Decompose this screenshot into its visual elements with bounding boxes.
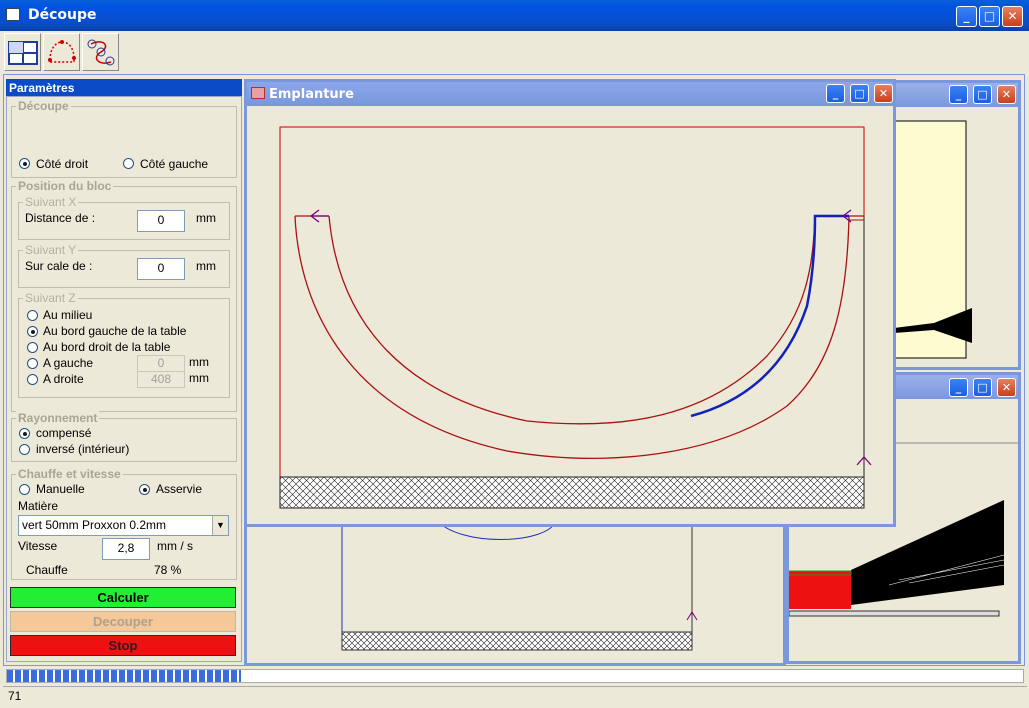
close-button[interactable]: ✕: [874, 84, 893, 103]
label-a-droite: A droite: [43, 372, 84, 386]
progress-bar: [6, 669, 1024, 683]
chevron-down-icon[interactable]: ▼: [212, 516, 228, 535]
window-title: Découpe: [28, 7, 97, 23]
vitesse-label: Vitesse: [18, 539, 58, 553]
maximize-button[interactable]: □: [973, 85, 992, 104]
shape-outline-icon[interactable]: [43, 33, 80, 71]
child-window-bottom-left[interactable]: [244, 520, 786, 666]
emplanture-app-icon: [251, 87, 265, 99]
label-a-gauche: A gauche: [43, 356, 94, 370]
decouper-button[interactable]: Decouper: [10, 611, 236, 632]
z-legend: Suivant Z: [23, 291, 78, 305]
maximize-button[interactable]: □: [979, 6, 1000, 27]
radio-cote-droit[interactable]: [19, 158, 30, 169]
label-cote-droit: Côté droit: [36, 157, 89, 171]
label-inverse: inversé (intérieur): [36, 442, 130, 456]
matiere-value: vert 50mm Proxxon 0.2mm: [22, 518, 167, 532]
close-button[interactable]: ✕: [1002, 6, 1023, 27]
radio-bord-droit[interactable]: [27, 342, 38, 353]
label-manuelle: Manuelle: [36, 482, 85, 496]
minimize-button[interactable]: _: [949, 85, 968, 104]
label-asservie: Asservie: [156, 482, 203, 496]
toolbar: [4, 33, 1024, 73]
cale-input[interactable]: 0: [137, 258, 185, 280]
main-title-bar[interactable]: Découpe _ □ ✕: [0, 0, 1029, 31]
vitesse-input[interactable]: 2,8: [102, 538, 150, 560]
chauffe-label: Chauffe: [26, 563, 68, 577]
progress-fill: [7, 670, 241, 682]
app-icon: [6, 8, 20, 21]
radio-bord-gauche[interactable]: [27, 326, 38, 337]
cut-top-view: [341, 520, 698, 651]
rayonnement-legend: Rayonnement: [16, 411, 100, 425]
label-cote-gauche: Côté gauche: [140, 157, 209, 171]
radio-inverse[interactable]: [19, 444, 30, 455]
distance-unit: mm: [196, 211, 216, 225]
radio-a-droite[interactable]: [27, 374, 38, 385]
label-compense: compensé: [36, 426, 92, 440]
close-button[interactable]: ✕: [997, 85, 1016, 104]
params-panel: Découpe Côté droit Côté gauche Position …: [6, 96, 242, 662]
minimize-button[interactable]: _: [956, 6, 977, 27]
radio-manuelle[interactable]: [19, 484, 30, 495]
close-button[interactable]: ✕: [997, 378, 1016, 397]
radio-compense[interactable]: [19, 428, 30, 439]
label-bord-droit: Au bord droit de la table: [43, 340, 171, 354]
emplanture-title-bar[interactable]: Emplanture: [247, 82, 893, 106]
distance-input[interactable]: 0: [137, 210, 185, 232]
radio-cote-gauche[interactable]: [123, 158, 134, 169]
profile-side-view: [894, 120, 972, 359]
minimize-button[interactable]: _: [949, 378, 968, 397]
label-bord-gauche: Au bord gauche de la table: [43, 324, 187, 338]
numbered-path-icon[interactable]: [82, 33, 119, 71]
status-value: 71: [8, 689, 22, 703]
chauffe-legend: Chauffe et vitesse: [16, 467, 123, 481]
status-bar: 71: [3, 686, 1027, 705]
position-legend: Position du bloc: [16, 179, 114, 193]
decoupe-legend: Découpe: [16, 99, 71, 113]
maximize-button[interactable]: □: [850, 84, 869, 103]
cale-label: Sur cale de :: [25, 259, 93, 273]
emplanture-title: Emplanture: [269, 87, 354, 102]
a-droite-input[interactable]: 408: [137, 371, 185, 388]
y-legend: Suivant Y: [23, 243, 79, 257]
distance-label: Distance de :: [25, 211, 96, 225]
emplanture-window[interactable]: Emplanture _ □ ✕: [244, 79, 896, 527]
label-au-milieu: Au milieu: [43, 308, 93, 322]
radio-a-gauche[interactable]: [27, 358, 38, 369]
emplanture-drawing[interactable]: [247, 106, 893, 524]
cale-unit: mm: [196, 259, 216, 273]
matiere-label: Matière: [18, 499, 59, 513]
chauffe-value: 78 %: [154, 563, 182, 577]
params-title: Paramètres: [6, 79, 242, 96]
radio-au-milieu[interactable]: [27, 310, 38, 321]
layout-grid-icon[interactable]: [4, 33, 41, 71]
x-legend: Suivant X: [23, 195, 79, 209]
a-gauche-input[interactable]: 0: [137, 355, 185, 372]
minimize-button[interactable]: _: [826, 84, 845, 103]
vitesse-unit: mm / s: [157, 539, 193, 553]
stop-button[interactable]: Stop: [10, 635, 236, 656]
matiere-select[interactable]: vert 50mm Proxxon 0.2mm ▼: [18, 515, 229, 536]
maximize-button[interactable]: □: [973, 378, 992, 397]
a-gauche-unit: mm: [189, 355, 209, 369]
radio-asservie[interactable]: [139, 484, 150, 495]
calculer-button[interactable]: Calculer: [10, 587, 236, 608]
a-droite-unit: mm: [189, 371, 209, 385]
